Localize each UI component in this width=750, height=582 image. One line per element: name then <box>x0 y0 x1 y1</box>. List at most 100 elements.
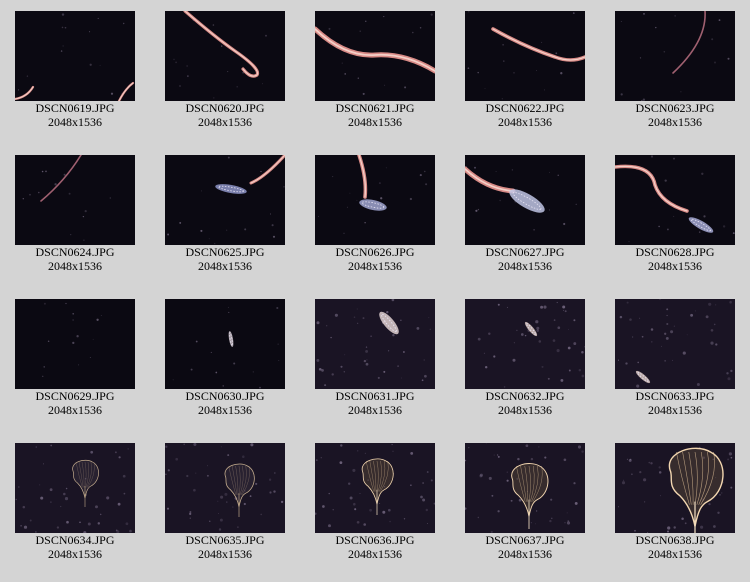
thumbnail-caption: DSCN0621.JPG 2048x1536 <box>300 101 450 129</box>
thumbnail-dimensions: 2048x1536 <box>198 547 252 561</box>
thumbnail-item[interactable]: DSCN0638.JPG 2048x1536 <box>600 432 750 576</box>
thumbnail-filename: DSCN0622.JPG <box>485 101 565 115</box>
thumbnail-item[interactable]: DSCN0631.JPG 2048x1536 <box>300 288 450 432</box>
thumbnail-filename: DSCN0626.JPG <box>335 245 415 259</box>
thumbnail-image[interactable] <box>315 11 435 101</box>
thumbnail-item[interactable]: DSCN0619.JPG 2048x1536 <box>0 0 150 144</box>
thumbnail-filename: DSCN0621.JPG <box>335 101 415 115</box>
thumbnail-grid: DSCN0619.JPG 2048x1536 DSCN0620.JPG 2048x15… <box>0 0 750 582</box>
thumbnail-caption: DSCN0623.JPG 2048x1536 <box>600 101 750 129</box>
thumbnail-filename: DSCN0631.JPG <box>335 389 415 403</box>
thumbnail-image[interactable] <box>15 299 135 389</box>
thumbnail-caption: DSCN0635.JPG 2048x1536 <box>150 533 300 561</box>
thumbnail-filename: DSCN0629.JPG <box>35 389 115 403</box>
thumbnail-image[interactable] <box>165 155 285 245</box>
thumbnail-filename: DSCN0628.JPG <box>635 245 715 259</box>
thumbnail-image[interactable] <box>615 443 735 533</box>
thumbnail-photo <box>165 443 285 533</box>
thumbnail-item[interactable]: DSCN0626.JPG 2048x1536 <box>300 144 450 288</box>
thumbnail-dimensions: 2048x1536 <box>348 403 402 417</box>
thumbnail-item[interactable]: DSCN0632.JPG 2048x1536 <box>450 288 600 432</box>
thumbnail-image[interactable] <box>165 11 285 101</box>
thumbnail-image[interactable] <box>165 443 285 533</box>
thumbnail-image[interactable] <box>15 11 135 101</box>
thumbnail-item[interactable]: DSCN0627.JPG 2048x1536 <box>450 144 600 288</box>
thumbnail-caption: DSCN0625.JPG 2048x1536 <box>150 245 300 273</box>
thumbnail-caption: DSCN0631.JPG 2048x1536 <box>300 389 450 417</box>
thumbnail-photo <box>315 11 435 101</box>
thumbnail-image[interactable] <box>315 155 435 245</box>
thumbnail-image[interactable] <box>315 443 435 533</box>
thumbnail-item[interactable]: DSCN0633.JPG 2048x1536 <box>600 288 750 432</box>
thumbnail-filename: DSCN0619.JPG <box>35 101 115 115</box>
thumbnail-caption: DSCN0638.JPG 2048x1536 <box>600 533 750 561</box>
thumbnail-dimensions: 2048x1536 <box>648 547 702 561</box>
thumbnail-photo <box>465 443 585 533</box>
thumbnail-image[interactable] <box>465 11 585 101</box>
thumbnail-item[interactable]: DSCN0624.JPG 2048x1536 <box>0 144 150 288</box>
thumbnail-photo <box>615 299 735 389</box>
thumbnail-image[interactable] <box>615 155 735 245</box>
thumbnail-dimensions: 2048x1536 <box>348 115 402 129</box>
thumbnail-photo <box>465 155 585 245</box>
thumbnail-dimensions: 2048x1536 <box>648 115 702 129</box>
thumbnail-caption: DSCN0633.JPG 2048x1536 <box>600 389 750 417</box>
thumbnail-item[interactable]: DSCN0621.JPG 2048x1536 <box>300 0 450 144</box>
thumbnail-dimensions: 2048x1536 <box>498 547 552 561</box>
thumbnail-photo <box>15 443 135 533</box>
thumbnail-image[interactable] <box>465 443 585 533</box>
thumbnail-photo <box>165 11 285 101</box>
thumbnail-filename: DSCN0633.JPG <box>635 389 715 403</box>
thumbnail-filename: DSCN0636.JPG <box>335 533 415 547</box>
thumbnail-filename: DSCN0627.JPG <box>485 245 565 259</box>
thumbnail-filename: DSCN0620.JPG <box>185 101 265 115</box>
thumbnail-image[interactable] <box>465 155 585 245</box>
thumbnail-photo <box>315 299 435 389</box>
thumbnail-item[interactable]: DSCN0637.JPG 2048x1536 <box>450 432 600 576</box>
thumbnail-item[interactable]: DSCN0620.JPG 2048x1536 <box>150 0 300 144</box>
thumbnail-image[interactable] <box>165 299 285 389</box>
thumbnail-image[interactable] <box>315 299 435 389</box>
thumbnail-caption: DSCN0626.JPG 2048x1536 <box>300 245 450 273</box>
thumbnail-dimensions: 2048x1536 <box>48 259 102 273</box>
thumbnail-image[interactable] <box>615 299 735 389</box>
thumbnail-filename: DSCN0625.JPG <box>185 245 265 259</box>
thumbnail-filename: DSCN0638.JPG <box>635 533 715 547</box>
thumbnail-photo <box>465 11 585 101</box>
thumbnail-caption: DSCN0619.JPG 2048x1536 <box>0 101 150 129</box>
thumbnail-image[interactable] <box>15 443 135 533</box>
thumbnail-filename: DSCN0635.JPG <box>185 533 265 547</box>
thumbnail-caption: DSCN0630.JPG 2048x1536 <box>150 389 300 417</box>
thumbnail-item[interactable]: DSCN0630.JPG 2048x1536 <box>150 288 300 432</box>
thumbnail-caption: DSCN0620.JPG 2048x1536 <box>150 101 300 129</box>
thumbnail-caption: DSCN0627.JPG 2048x1536 <box>450 245 600 273</box>
thumbnail-caption: DSCN0629.JPG 2048x1536 <box>0 389 150 417</box>
thumbnail-caption: DSCN0622.JPG 2048x1536 <box>450 101 600 129</box>
thumbnail-image[interactable] <box>615 11 735 101</box>
thumbnail-photo <box>315 155 435 245</box>
thumbnail-filename: DSCN0624.JPG <box>35 245 115 259</box>
thumbnail-image[interactable] <box>465 299 585 389</box>
thumbnail-photo <box>615 11 735 101</box>
thumbnail-item[interactable]: DSCN0623.JPG 2048x1536 <box>600 0 750 144</box>
thumbnail-photo <box>15 299 135 389</box>
thumbnail-dimensions: 2048x1536 <box>648 259 702 273</box>
thumbnail-caption: DSCN0628.JPG 2048x1536 <box>600 245 750 273</box>
thumbnail-dimensions: 2048x1536 <box>498 403 552 417</box>
thumbnail-dimensions: 2048x1536 <box>198 403 252 417</box>
thumbnail-filename: DSCN0623.JPG <box>635 101 715 115</box>
thumbnail-item[interactable]: DSCN0628.JPG 2048x1536 <box>600 144 750 288</box>
thumbnail-item[interactable]: DSCN0629.JPG 2048x1536 <box>0 288 150 432</box>
thumbnail-item[interactable]: DSCN0625.JPG 2048x1536 <box>150 144 300 288</box>
thumbnail-photo <box>165 299 285 389</box>
thumbnail-item[interactable]: DSCN0635.JPG 2048x1536 <box>150 432 300 576</box>
thumbnail-photo <box>615 443 735 533</box>
thumbnail-item[interactable]: DSCN0622.JPG 2048x1536 <box>450 0 600 144</box>
thumbnail-dimensions: 2048x1536 <box>498 259 552 273</box>
thumbnail-filename: DSCN0630.JPG <box>185 389 265 403</box>
thumbnail-item[interactable]: DSCN0634.JPG 2048x1536 <box>0 432 150 576</box>
thumbnail-dimensions: 2048x1536 <box>498 115 552 129</box>
thumbnail-caption: DSCN0637.JPG 2048x1536 <box>450 533 600 561</box>
thumbnail-image[interactable] <box>15 155 135 245</box>
thumbnail-item[interactable]: DSCN0636.JPG 2048x1536 <box>300 432 450 576</box>
